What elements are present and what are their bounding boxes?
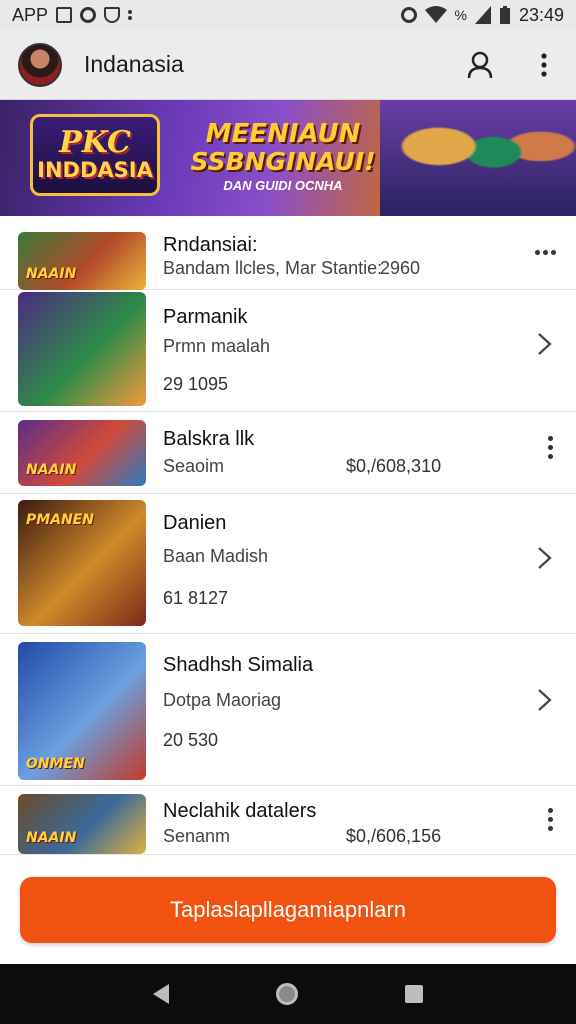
chevron-right-icon[interactable] xyxy=(532,688,556,712)
more-icon xyxy=(128,16,133,20)
promo-banner[interactable]: PKC INDDASIA MEENIAUN SSBNGINAUI! DAN GU… xyxy=(0,100,576,216)
item-title: Parmanik xyxy=(163,306,248,328)
banner-logo: PKC INDDASIA xyxy=(30,114,160,196)
item-title: Balskra llk xyxy=(163,428,255,450)
thumbnail-label: ONMEN xyxy=(26,756,85,772)
system-nav-bar xyxy=(0,964,576,1024)
banner-tagline: DAN GUIDI OCNHA xyxy=(223,178,343,193)
home-icon[interactable] xyxy=(275,983,298,1005)
appbar-actions xyxy=(466,51,558,79)
back-icon[interactable] xyxy=(153,984,170,1004)
item-meta: 20 530 xyxy=(163,730,219,750)
thumbnail-label: NAAIN xyxy=(26,830,77,846)
item-subtitle: Baan Madish xyxy=(163,546,269,566)
item-thumbnail: NAAIN xyxy=(18,232,146,290)
item-subtitle: Seaoim xyxy=(163,456,225,476)
status-bar: APP % 23:49 xyxy=(0,0,576,30)
recents-icon[interactable] xyxy=(404,985,423,1003)
item-title: Shadhsh Simalia xyxy=(163,654,314,676)
footer: Taplaslapllagamiapnlarn xyxy=(0,854,576,964)
avatar[interactable] xyxy=(18,42,62,87)
banner-headline-line1: MEENIAUN xyxy=(205,119,361,149)
item-price: $0,/608,310 xyxy=(346,456,442,476)
status-app-label: APP xyxy=(12,4,49,25)
status-time: 23:49 xyxy=(518,4,564,25)
banner-headline-line2: SSBNGINAUI! xyxy=(190,147,376,176)
item-thumbnail xyxy=(18,292,146,406)
item-subtitle: Prmn maalah xyxy=(163,336,271,356)
battery-percent: % xyxy=(454,7,467,23)
more-vert-icon xyxy=(541,52,547,77)
status-right: % 23:49 xyxy=(400,4,564,26)
list-item[interactable]: NAAIN Neclahik datalers Senanm $0,/606,1… xyxy=(0,786,576,854)
person-icon xyxy=(467,51,493,78)
overflow-menu-button[interactable] xyxy=(530,51,558,79)
item-price: $0,/606,156 xyxy=(346,826,442,846)
item-thumbnail: NAAIN xyxy=(18,794,146,854)
list-item[interactable]: Parmanik Prmn maalah 29 1095 xyxy=(0,290,576,412)
game-list: NAAIN Rndansiai: Bandam llcles, Mar Stan… xyxy=(0,222,576,854)
status-left: APP xyxy=(12,4,133,26)
shield-icon xyxy=(104,7,121,23)
item-value: 2960 xyxy=(380,258,421,278)
chevron-right-icon[interactable] xyxy=(532,546,556,570)
list-item[interactable]: PMANEN Danien Baan Madish 61 8127 xyxy=(0,494,576,634)
item-subtitle: Senanm xyxy=(163,826,231,846)
banner-logo-line2: INDDASIA xyxy=(37,158,153,182)
thumbnail-label: NAAIN xyxy=(26,266,77,282)
thumbnail-label: NAAIN xyxy=(26,462,77,478)
item-title: Rndansiai: xyxy=(163,234,258,256)
item-thumbnail: PMANEN xyxy=(18,500,146,626)
target-icon xyxy=(80,7,97,23)
item-subtitle: Bandam llcles, Mar Stantie: xyxy=(163,258,383,278)
thumbnail-label: PMANEN xyxy=(26,512,95,528)
banner-headline: MEENIAUN SSBNGINAUI! DAN GUIDI OCNHA xyxy=(188,120,378,193)
item-title: Danien xyxy=(163,512,227,534)
alarm-icon xyxy=(400,7,417,23)
primary-cta-button[interactable]: Taplaslapllagamiapnlarn xyxy=(20,877,556,943)
list-item[interactable]: NAAIN Rndansiai: Bandam llcles, Mar Stan… xyxy=(0,222,576,290)
app-bar: Indanasia xyxy=(0,30,576,100)
item-thumbnail: NAAIN xyxy=(18,420,146,486)
item-thumbnail: ONMEN xyxy=(18,642,146,780)
more-vert-icon[interactable] xyxy=(548,436,554,462)
item-meta: 61 8127 xyxy=(163,588,229,608)
more-horiz-icon[interactable] xyxy=(535,250,556,255)
banner-artwork xyxy=(380,100,576,216)
signal-icon xyxy=(474,6,491,24)
more-vert-icon[interactable] xyxy=(548,808,554,834)
list-item[interactable]: NAAIN Balskra llk Seaoim $0,/608,310 xyxy=(0,412,576,494)
item-meta: 29 1095 xyxy=(163,374,229,394)
banner-logo-line1: PKC xyxy=(59,125,131,160)
chevron-right-icon[interactable] xyxy=(532,332,556,356)
item-title: Neclahik datalers xyxy=(163,800,317,822)
battery-icon xyxy=(499,6,510,24)
image-icon xyxy=(56,7,73,23)
list-item[interactable]: ONMEN Shadhsh Simalia Dotpa Maoriag 20 5… xyxy=(0,634,576,786)
item-subtitle: Dotpa Maoriag xyxy=(163,690,282,710)
profile-button[interactable] xyxy=(466,51,494,79)
page-title: Indanasia xyxy=(84,51,184,77)
wifi-icon xyxy=(424,6,447,23)
